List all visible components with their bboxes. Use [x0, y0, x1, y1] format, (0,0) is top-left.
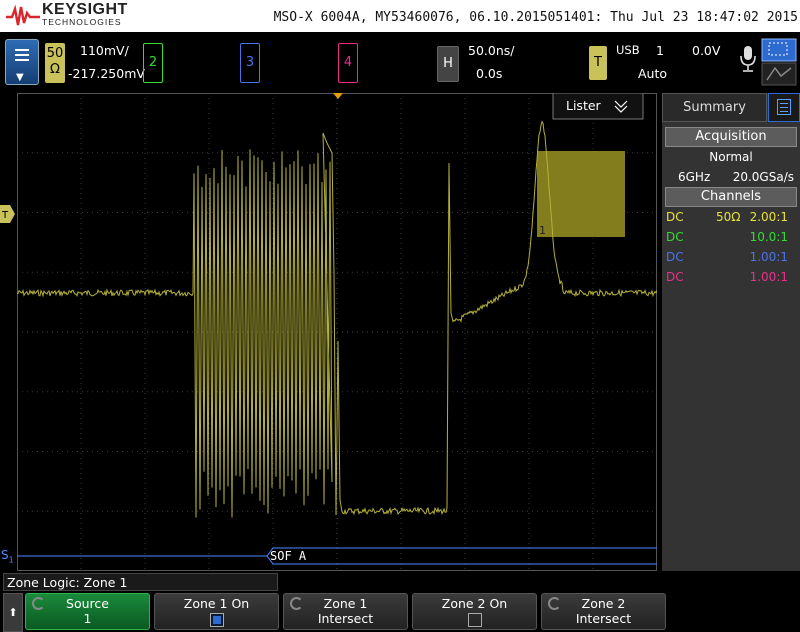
channel-3-button[interactable]: 3: [240, 43, 260, 83]
ch1-impedance-unit: Ω: [50, 62, 60, 77]
instrument-info: MSO-X 6004A, MY53460076, 06.10.201505140…: [273, 10, 798, 25]
horizontal-button[interactable]: H: [437, 46, 459, 82]
channel-coupling: DC: [666, 230, 684, 244]
checkbox-checked[interactable]: [209, 613, 224, 627]
keysight-logo-icon: [6, 5, 40, 26]
ch1-scale[interactable]: 110mV/: [80, 43, 129, 58]
ch1-offset[interactable]: -217.250mV: [68, 66, 145, 81]
channel-coupling: DC: [666, 250, 684, 264]
time-scale[interactable]: 50.0ns/: [468, 43, 514, 58]
entry-knob-icon: [290, 597, 303, 610]
channels-header: Channels: [665, 187, 797, 207]
softkey-value: Intersect: [317, 611, 374, 626]
channel-1-button[interactable]: 50 Ω: [45, 43, 65, 83]
serial-bus-packet: [266, 547, 657, 565]
trigger-mode[interactable]: Auto: [638, 66, 667, 81]
channel-coupling: DC: [666, 270, 684, 284]
sidebar-menu-icon[interactable]: [768, 93, 800, 122]
entry-knob-icon: [32, 597, 45, 610]
channel-probe: 2.00:1: [749, 210, 788, 224]
trigger-source[interactable]: USB: [616, 43, 640, 57]
menu-icon: [15, 49, 29, 64]
softkey-bar: Zone Logic: Zone 1 ⬆ Source 1 Zone 1 On …: [0, 572, 800, 632]
zone-1-intersect-softkey[interactable]: Zone 1 Intersect: [283, 593, 408, 630]
zone-2-on-softkey[interactable]: Zone 2 On: [412, 593, 537, 630]
zone-2-intersect-softkey[interactable]: Zone 2 Intersect: [541, 593, 666, 630]
brand-subtitle: TECHNOLOGIES: [42, 17, 122, 27]
trigger-channel: 1: [656, 43, 664, 58]
serial-decode-text: SOF A: [270, 549, 307, 563]
lister-button[interactable]: Lister: [552, 93, 644, 120]
bandwidth: 6GHz: [678, 170, 711, 184]
zone-1-label: 1: [539, 224, 546, 237]
entry-knob-icon: [548, 597, 561, 610]
summary-sidebar: Summary Acquisition Normal 6GHz 20.0GSa/…: [662, 93, 800, 571]
menu-up-button[interactable]: ⬆: [3, 593, 23, 632]
trigger-level[interactable]: 0.0V: [692, 43, 720, 58]
softkey-value: 1: [83, 611, 92, 626]
ch1-ground-marker[interactable]: T: [0, 202, 15, 226]
source-softkey[interactable]: Source 1: [25, 593, 150, 630]
zone-draw-icon[interactable]: [761, 38, 797, 86]
lister-label: Lister: [566, 98, 602, 113]
acquisition-mode: Normal: [709, 150, 753, 164]
softkey-label: Zone 1 On: [183, 596, 250, 611]
channel-probe: 10.0:1: [749, 230, 788, 244]
channel-probe: 1.00:1: [749, 270, 788, 284]
control-strip: ▼ 50 Ω 110mV/ -217.250mV 2 3 4 H 50.0ns/…: [0, 33, 800, 91]
ch1-impedance-top: 50: [46, 46, 64, 61]
softkey-value: Intersect: [575, 611, 632, 626]
channel-impedance: 50Ω: [716, 210, 741, 224]
chevron-down-icon: ▼: [16, 72, 24, 83]
softkey-menu-title: Zone Logic: Zone 1: [3, 573, 278, 591]
zone-1-on-softkey[interactable]: Zone 1 On: [154, 593, 279, 630]
channel-2-button[interactable]: 2: [143, 43, 163, 83]
serial-bus-marker: S1: [1, 548, 14, 565]
softkey-label: Zone 2 On: [441, 596, 508, 611]
sample-rate: 20.0GSa/s: [732, 170, 794, 184]
trigger-button[interactable]: T: [589, 46, 607, 80]
channel-4-button[interactable]: 4: [338, 43, 358, 83]
time-delay[interactable]: 0.0s: [476, 66, 502, 81]
waveform-display[interactable]: 1 SOF A Lister: [17, 93, 657, 571]
main-menu-button[interactable]: ▼: [5, 39, 39, 85]
acquisition-header: Acquisition: [665, 127, 797, 147]
checkbox-unchecked[interactable]: [467, 613, 482, 627]
trigger-position-marker: [333, 93, 343, 99]
channel-coupling: DC: [666, 210, 684, 224]
channel-probe: 1.00:1: [749, 250, 788, 264]
zone-1-box[interactable]: [537, 151, 625, 237]
svg-text:T: T: [1, 210, 9, 221]
tab-summary[interactable]: Summary: [662, 93, 767, 122]
header-bar: KEYSIGHT TECHNOLOGIES MSO-X 6004A, MY534…: [0, 0, 800, 32]
microphone-icon[interactable]: [739, 45, 757, 73]
